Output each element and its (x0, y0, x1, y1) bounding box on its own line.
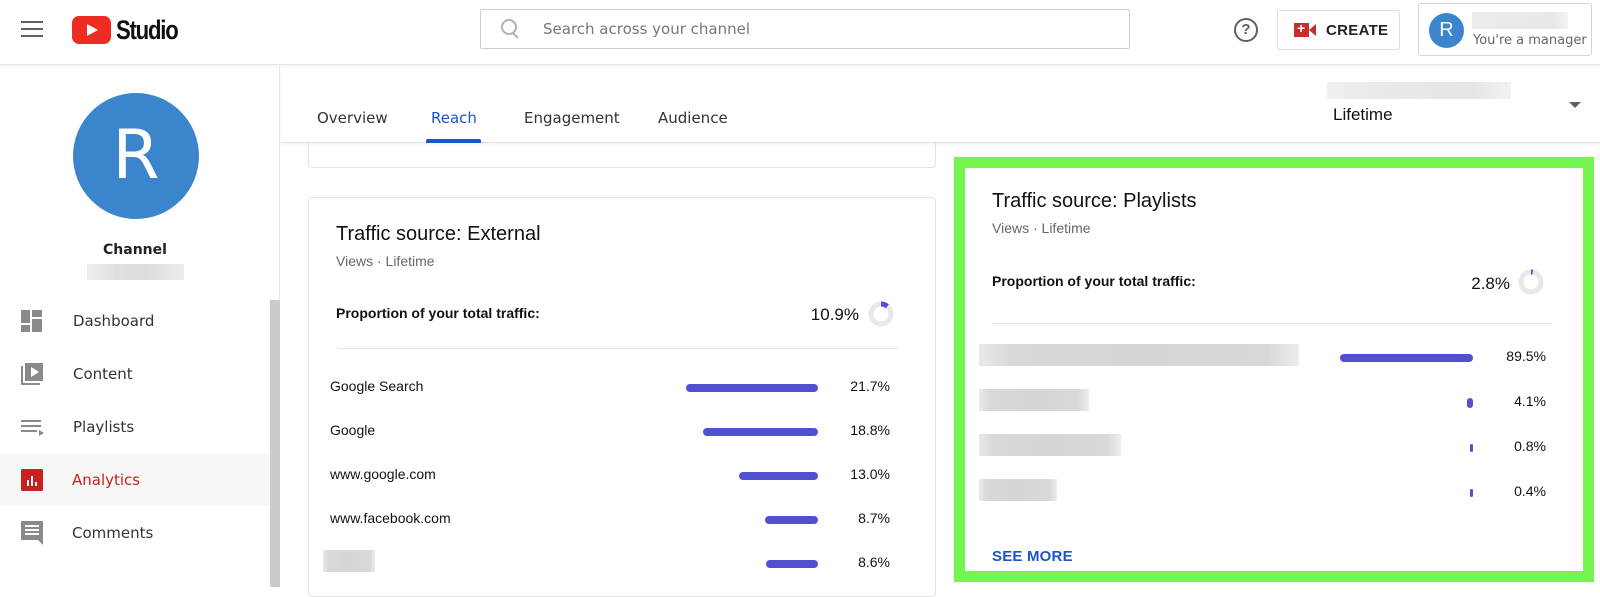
row-bar (739, 472, 818, 480)
row-value: 4.1% (1486, 393, 1546, 409)
analytics-icon (21, 469, 43, 491)
card-title: Traffic source: Playlists (992, 190, 1197, 213)
traffic-source-row[interactable]: 0.4% (986, 483, 1546, 503)
youtube-play-icon (72, 16, 111, 44)
dropdown-caret-icon (1569, 102, 1581, 108)
content-icon (20, 362, 44, 386)
row-label: Google Search (330, 378, 423, 394)
row-label: www.google.com (330, 466, 436, 482)
create-label: CREATE (1326, 22, 1388, 39)
traffic-source-row[interactable]: 89.5% (986, 348, 1546, 368)
active-tab-indicator (426, 139, 481, 143)
menu-icon[interactable] (21, 21, 43, 37)
playlists-icon (20, 415, 44, 439)
redacted-account-name (1472, 12, 1568, 29)
redacted-period-range (1327, 82, 1511, 99)
sidebar-item-playlists[interactable]: Playlists (0, 400, 270, 453)
row-value: 0.8% (1486, 438, 1546, 454)
logo-text: Studio (116, 15, 177, 46)
proportion-donut (867, 300, 895, 328)
channel-avatar[interactable]: R (73, 93, 199, 219)
row-bar (1470, 489, 1473, 497)
row-value: 21.7% (830, 378, 890, 394)
sidebar-item-dashboard[interactable]: Dashboard (0, 294, 270, 347)
studio-logo[interactable]: Studio (72, 14, 191, 46)
traffic-source-row[interactable]: Google Search 21.7% (330, 378, 890, 398)
row-value: 13.0% (830, 466, 890, 482)
redacted-source-name (979, 434, 1121, 456)
row-bar (1340, 354, 1473, 362)
search-icon (499, 17, 523, 41)
redacted-source-name (979, 389, 1089, 411)
divider (338, 348, 898, 349)
row-bar (766, 560, 818, 568)
sidebar-item-label: Comments (72, 524, 153, 542)
proportion-value: 10.9% (789, 305, 859, 325)
create-button[interactable]: CREATE (1277, 10, 1400, 50)
redacted-source-name (979, 344, 1299, 366)
row-label: Google (330, 422, 375, 438)
sidebar-item-comments[interactable]: Comments (0, 506, 270, 559)
dashboard-icon (20, 309, 44, 333)
row-value: 0.4% (1486, 483, 1546, 499)
row-value: 8.6% (830, 554, 890, 570)
see-more-button[interactable]: SEE MORE (992, 548, 1073, 565)
sidebar: R Channel Dashboard Content Playlists An… (0, 66, 280, 587)
sidebar-item-label: Dashboard (73, 312, 154, 330)
donut-fill (881, 304, 887, 306)
sidebar-item-label: Analytics (72, 471, 140, 489)
row-value: 18.8% (830, 422, 890, 438)
row-bar (686, 384, 818, 392)
proportion-donut (1517, 268, 1545, 296)
video-camera-plus-icon (1294, 23, 1316, 37)
top-bar: Studio ? CREATE R You're a manager (0, 0, 1600, 65)
proportion-value: 2.8% (1440, 274, 1510, 294)
traffic-source-row[interactable]: www.google.com 13.0% (330, 466, 890, 486)
period-value: Lifetime (1333, 105, 1393, 125)
donut-track (871, 304, 891, 324)
period-selector[interactable]: Lifetime (1327, 79, 1589, 134)
channel-label: Channel (0, 242, 270, 258)
account-avatar: R (1429, 13, 1464, 48)
sidebar-item-analytics[interactable]: Analytics (0, 453, 270, 506)
row-value: 89.5% (1486, 348, 1546, 364)
search-input[interactable] (543, 20, 1103, 38)
tab-overview[interactable]: Overview (317, 109, 388, 127)
row-label: www.facebook.com (330, 510, 451, 526)
traffic-source-row[interactable]: 0.8% (986, 438, 1546, 458)
redacted-source-name (979, 479, 1057, 501)
row-bar (703, 428, 818, 436)
divider (992, 323, 1552, 324)
traffic-source-row[interactable]: 4.1% (986, 393, 1546, 413)
proportion-label: Proportion of your total traffic: (336, 305, 540, 321)
card-subtitle: Views · Lifetime (992, 220, 1091, 236)
redacted-source-name (323, 550, 375, 572)
account-button[interactable]: R You're a manager (1418, 3, 1592, 56)
donut-track (1521, 272, 1541, 292)
proportion-label: Proportion of your total traffic: (992, 273, 1196, 289)
sidebar-scrollbar[interactable] (270, 300, 280, 587)
account-role: You're a manager (1473, 33, 1587, 48)
traffic-source-row[interactable]: 8.6% (330, 554, 890, 574)
tab-reach[interactable]: Reach (431, 109, 477, 127)
row-bar (1470, 444, 1473, 452)
sidebar-item-label: Content (73, 365, 133, 383)
card-title: Traffic source: External (336, 223, 541, 246)
traffic-source-row[interactable]: Google 18.8% (330, 422, 890, 442)
comments-icon (21, 521, 43, 540)
tab-engagement[interactable]: Engagement (524, 109, 620, 127)
traffic-source-playlists-card: Traffic source: Playlists Views · Lifeti… (965, 168, 1583, 571)
tab-audience[interactable]: Audience (658, 109, 728, 127)
help-icon[interactable]: ? (1234, 18, 1258, 42)
sidebar-item-label: Playlists (73, 418, 134, 436)
row-bar (765, 516, 818, 524)
traffic-source-row[interactable]: www.facebook.com 8.7% (330, 510, 890, 530)
traffic-source-external-card: Traffic source: External Views · Lifetim… (308, 197, 936, 597)
card-subtitle: Views · Lifetime (336, 253, 435, 269)
redacted-channel-name (87, 264, 184, 280)
row-value: 8.7% (830, 510, 890, 526)
search-bar[interactable] (480, 9, 1130, 49)
row-bar (1467, 398, 1473, 408)
sidebar-item-content[interactable]: Content (0, 347, 270, 400)
